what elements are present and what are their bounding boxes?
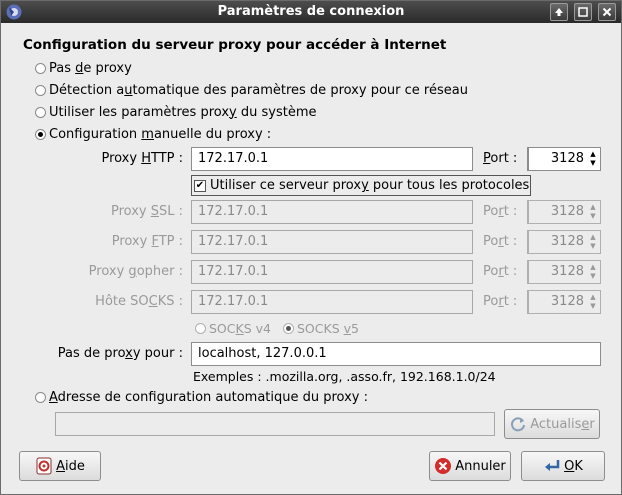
- spin-up-icon[interactable]: ▲: [589, 293, 597, 302]
- auto-config-url-input[interactable]: [55, 412, 495, 436]
- gopher-proxy-input[interactable]: 172.17.0.1: [191, 260, 473, 284]
- maximize-button[interactable]: [574, 3, 592, 21]
- ok-button[interactable]: OK: [521, 451, 605, 481]
- ftp-port-value: 3128: [550, 234, 584, 249]
- cancel-button[interactable]: Annuler: [429, 451, 511, 481]
- ftp-port-spinner[interactable]: 3128 ▲ ▼: [527, 230, 601, 254]
- window-title: Paramètres de connexion: [217, 4, 405, 19]
- gopher-port-spinner[interactable]: 3128 ▲ ▼: [527, 260, 601, 284]
- radio-socks-v5[interactable]: SOCKS v5: [283, 319, 359, 337]
- socks-port-label: Port :: [483, 294, 518, 309]
- radio-indicator[interactable]: [35, 106, 46, 118]
- spinner-arrows[interactable]: ▲ ▼: [589, 233, 597, 251]
- close-button[interactable]: [598, 3, 616, 21]
- arrow-up-icon: [555, 8, 563, 16]
- http-proxy-label: Proxy HTTP :: [101, 151, 183, 166]
- no-proxy-examples: Exemples : .mozilla.org, .asso.fr, 192.1…: [193, 369, 496, 384]
- radio-label: Utiliser les paramètres proxy du système: [49, 104, 317, 120]
- radio-manual-proxy[interactable]: Configuration manuelle du proxy :: [35, 125, 271, 143]
- radio-label: SOCKS v5: [297, 320, 359, 336]
- ok-label: OK: [564, 458, 583, 474]
- spinner-arrows[interactable]: ▲ ▼: [589, 263, 597, 281]
- radio-socks-v4[interactable]: SOCKS v4: [195, 319, 271, 337]
- radio-no-proxy[interactable]: Pas de proxy: [35, 59, 132, 77]
- section-heading: Configuration du serveur proxy pour accé…: [23, 37, 447, 53]
- shade-button[interactable]: [550, 3, 568, 21]
- spinner-arrows[interactable]: ▲ ▼: [589, 203, 597, 221]
- cancel-label: Annuler: [455, 458, 506, 474]
- radio-indicator[interactable]: [35, 84, 46, 96]
- reload-label: Actualiser: [530, 416, 595, 432]
- spinner-arrows[interactable]: ▲ ▼: [589, 293, 597, 311]
- ftp-port-label: Port :: [483, 234, 518, 249]
- socks-port-value: 3128: [550, 294, 584, 309]
- http-port-spinner[interactable]: 3128 ▲ ▼: [527, 147, 601, 171]
- radio-indicator[interactable]: [35, 391, 46, 403]
- reload-icon: [511, 417, 526, 432]
- no-proxy-input[interactable]: localhost, 127.0.0.1: [191, 342, 601, 366]
- spin-up-icon[interactable]: ▲: [589, 233, 597, 242]
- socks-port-spinner[interactable]: 3128 ▲ ▼: [527, 290, 601, 314]
- spin-down-icon[interactable]: ▼: [589, 272, 597, 281]
- radio-label: Adresse de configuration automatique du …: [49, 389, 369, 405]
- ssl-proxy-input[interactable]: 172.17.0.1: [191, 200, 473, 224]
- gopher-port-label: Port :: [483, 264, 518, 279]
- spin-up-icon[interactable]: ▲: [589, 263, 597, 272]
- ssl-port-value: 3128: [550, 204, 584, 219]
- radio-label: SOCKS v4: [209, 320, 271, 336]
- title-bar[interactable]: Paramètres de connexion: [1, 1, 621, 23]
- maximize-icon: [578, 7, 588, 17]
- radio-label: Configuration manuelle du proxy :: [49, 126, 272, 142]
- radio-indicator[interactable]: [195, 322, 206, 334]
- connection-settings-dialog: Paramètres de connexion Configuration du…: [0, 0, 622, 495]
- close-icon: [602, 7, 612, 17]
- ssl-proxy-label: Proxy SSL :: [110, 204, 183, 219]
- reload-button[interactable]: Actualiser: [504, 409, 600, 439]
- ftp-proxy-input[interactable]: 172.17.0.1: [191, 230, 473, 254]
- radio-label: Pas de proxy: [49, 60, 132, 76]
- socks-host-input[interactable]: 172.17.0.1: [191, 290, 473, 314]
- checkbox-label: Utiliser ce serveur proxy pour tous les …: [210, 178, 530, 193]
- radio-auto-detect[interactable]: Détection automatique des paramètres de …: [35, 81, 468, 99]
- spin-down-icon[interactable]: ▼: [589, 302, 597, 311]
- radio-label: Détection automatique des paramètres de …: [49, 82, 468, 98]
- radio-indicator[interactable]: [283, 322, 294, 334]
- help-icon: [36, 457, 52, 475]
- help-label: Aide: [56, 458, 85, 474]
- gopher-port-value: 3128: [550, 264, 584, 279]
- ok-enter-icon: [545, 460, 560, 471]
- cancel-icon: [435, 458, 452, 474]
- ssl-port-label: Port :: [483, 204, 518, 219]
- radio-indicator[interactable]: [35, 128, 46, 140]
- http-proxy-input[interactable]: 172.17.0.1: [191, 147, 473, 171]
- spinner-arrows[interactable]: ▲ ▼: [589, 150, 597, 168]
- spin-down-icon[interactable]: ▼: [589, 242, 597, 251]
- radio-system-proxy[interactable]: Utiliser les paramètres proxy du système: [35, 103, 317, 121]
- help-button[interactable]: Aide: [19, 451, 101, 481]
- use-for-all-checkbox[interactable]: ✔ Utiliser ce serveur proxy pour tous le…: [191, 175, 531, 196]
- ssl-port-spinner[interactable]: 3128 ▲ ▼: [527, 200, 601, 224]
- ftp-proxy-label: Proxy FTP :: [111, 234, 183, 249]
- radio-auto-config-url[interactable]: Adresse de configuration automatique du …: [35, 388, 368, 406]
- no-proxy-label: Pas de proxy pour :: [57, 346, 183, 361]
- checkbox-indicator[interactable]: ✔: [194, 179, 206, 192]
- spin-up-icon[interactable]: ▲: [589, 150, 597, 159]
- spin-down-icon[interactable]: ▼: [589, 159, 597, 168]
- http-port-label: Port :: [483, 151, 518, 166]
- spin-up-icon[interactable]: ▲: [589, 203, 597, 212]
- radio-indicator[interactable]: [35, 62, 46, 74]
- spin-down-icon[interactable]: ▼: [589, 212, 597, 221]
- http-port-value: 3128: [550, 151, 584, 166]
- gopher-proxy-label: Proxy gopher :: [88, 264, 183, 279]
- socks-host-label: Hôte SOCKS :: [95, 294, 183, 309]
